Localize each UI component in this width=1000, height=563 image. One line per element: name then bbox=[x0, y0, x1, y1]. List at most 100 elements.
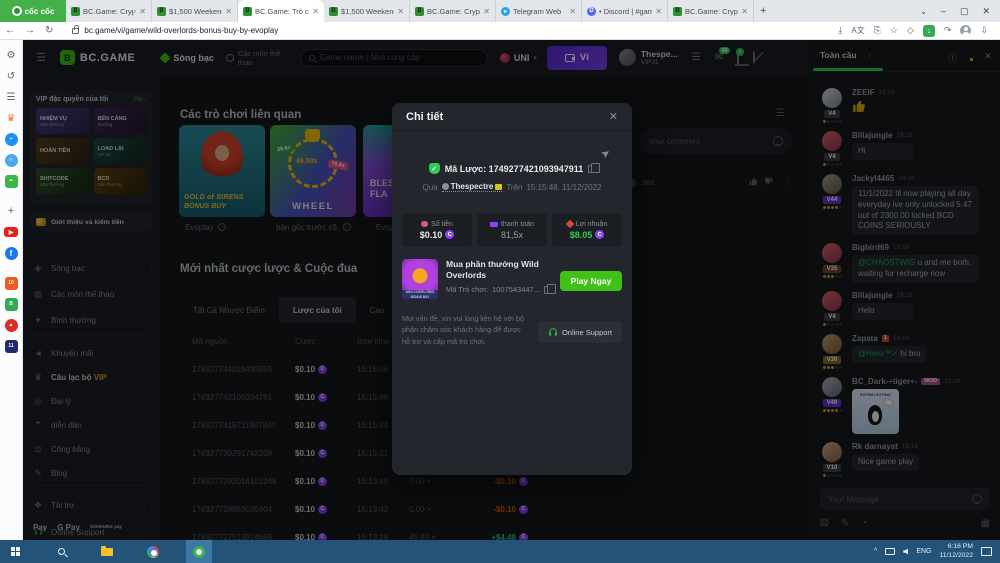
stat-payout: thanh toán 81,5x bbox=[477, 213, 547, 247]
close-button[interactable]: ✕ bbox=[982, 6, 990, 17]
tab-telegram[interactable]: ▸Telegram Web✕ bbox=[496, 0, 582, 22]
discord-favicon: D bbox=[587, 7, 596, 16]
bettor-name[interactable]: Thespectre bbox=[442, 182, 503, 192]
add-shortcut-icon[interactable]: + bbox=[4, 204, 18, 218]
tab-close-icon[interactable]: ✕ bbox=[397, 7, 404, 16]
tab-bcgame-2[interactable]: BBC.Game: Crypto Ca✕ bbox=[410, 0, 496, 22]
promo-app-icon-4[interactable]: 11 bbox=[4, 339, 18, 353]
share-icon[interactable]: ➤ bbox=[598, 146, 613, 162]
maximize-button[interactable]: ▢ bbox=[960, 6, 969, 17]
bet-stats: Số tiền $0.10C thanh toán 81,5x Lợi nhuậ… bbox=[402, 213, 622, 247]
promo-app-icon-1[interactable]: 10 bbox=[4, 276, 18, 290]
coccoc-brand-label: cốc cốc bbox=[25, 7, 55, 16]
download-extension-icon[interactable]: ↓ bbox=[923, 25, 935, 37]
promo-app-icon-2[interactable]: B bbox=[4, 297, 18, 311]
bet-details-modal: Chi tiết ✕ ➤ ✓ Mã Lược: 1749277421093947… bbox=[392, 103, 632, 475]
tab-close-icon[interactable]: ✕ bbox=[655, 7, 662, 16]
headphones-icon bbox=[548, 327, 558, 337]
crown-icon[interactable]: ♛ bbox=[4, 111, 18, 125]
tab-discord[interactable]: D• Discord | #gam✕ bbox=[582, 0, 668, 22]
tab-close-icon[interactable]: ✕ bbox=[312, 7, 319, 16]
new-tab-button[interactable]: + bbox=[760, 5, 766, 17]
copy-icon[interactable] bbox=[544, 286, 551, 294]
back-icon[interactable]: ← bbox=[5, 25, 15, 36]
share-icon[interactable]: ⎘ bbox=[874, 25, 881, 36]
file-explorer-icon[interactable] bbox=[94, 540, 120, 563]
support-help-text: Mọi vấn đề, xin vui lòng liên hệ với bộ … bbox=[402, 313, 530, 347]
lock-icon[interactable] bbox=[72, 28, 79, 34]
promo-app-icon-3[interactable]: ▲ bbox=[4, 318, 18, 332]
tab-search-icon[interactable]: ⌄ bbox=[920, 7, 927, 16]
game-center-icon[interactable]: •• bbox=[4, 174, 18, 188]
coccoc-taskbar-icon[interactable] bbox=[186, 540, 212, 563]
volume-icon[interactable] bbox=[903, 549, 908, 555]
stat-profit: Lợi nhuận $8.05C bbox=[552, 213, 622, 247]
bookmark-star-icon[interactable]: ☆ bbox=[890, 25, 898, 36]
system-tray: ^ ENG 6:16 PM11/12/2022 bbox=[874, 543, 1000, 560]
bcgame-favicon: B bbox=[157, 7, 166, 16]
bcgame-favicon: B bbox=[71, 7, 80, 16]
tab-close-icon[interactable]: ✕ bbox=[741, 7, 748, 16]
modal-game-row: Mua phần thưởng Wild Overlords Mã Trò ch… bbox=[402, 259, 622, 299]
online-support-button[interactable]: Online Support bbox=[538, 321, 622, 343]
network-icon[interactable] bbox=[885, 548, 895, 555]
bcgame-favicon: B bbox=[329, 7, 338, 16]
browser-addressbar: ← → ↻ bc.game/vi/game/wild-overlords-bon… bbox=[0, 22, 1000, 40]
bcgame-favicon: B bbox=[673, 7, 682, 16]
action-center-icon[interactable] bbox=[981, 547, 992, 556]
game-id-line: Mã Trò chơi:1007543447... bbox=[446, 285, 552, 294]
downloads-icon[interactable]: ⇩ bbox=[980, 25, 988, 36]
clock[interactable]: 6:16 PM11/12/2022 bbox=[939, 543, 973, 560]
url-text[interactable]: bc.game/vi/game/wild-overlords-bonus-buy… bbox=[84, 26, 278, 35]
tab-close-icon[interactable]: ✕ bbox=[225, 7, 232, 16]
tab-close-icon[interactable]: ✕ bbox=[139, 7, 146, 16]
chrome-icon[interactable] bbox=[140, 540, 166, 563]
tab-weekend-2[interactable]: B$1,500 Weekend Ev✕ bbox=[324, 0, 410, 22]
taskbar-search-icon[interactable] bbox=[48, 540, 74, 563]
person-icon bbox=[442, 183, 449, 190]
browser-tabbar: cốc cốc BBC.Game: Crypto♪✕ B$1,500 Weeke… bbox=[0, 0, 1000, 22]
feed-icon[interactable]: ☰ bbox=[4, 90, 18, 104]
game-thumbnail[interactable] bbox=[402, 259, 438, 299]
modal-close-icon[interactable]: ✕ bbox=[609, 110, 618, 123]
start-button[interactable] bbox=[2, 540, 28, 563]
bcgame-favicon: B bbox=[243, 7, 252, 16]
reload-icon[interactable]: ↻ bbox=[45, 25, 53, 36]
forward-icon[interactable]: → bbox=[25, 25, 35, 36]
adblock-shield-icon[interactable]: ◇ bbox=[907, 25, 914, 36]
coccoc-logo[interactable]: cốc cốc bbox=[0, 0, 66, 22]
tab-bcgame-3[interactable]: BBC.Game: Crypto Ca✕ bbox=[668, 0, 754, 22]
verified-shield-icon: ✓ bbox=[429, 163, 440, 174]
language-indicator[interactable]: ENG bbox=[916, 548, 931, 555]
modal-header: Chi tiết ✕ bbox=[392, 103, 632, 131]
tray-expand-icon[interactable]: ^ bbox=[874, 548, 877, 555]
youtube-icon[interactable]: ▶ bbox=[4, 225, 18, 239]
save-page-icon[interactable]: ⤓ bbox=[838, 25, 842, 36]
messenger-icon[interactable]: ⌁ bbox=[4, 132, 18, 146]
translate-icon[interactable]: A文 bbox=[851, 25, 864, 36]
extension-icon[interactable]: ↷ bbox=[944, 25, 952, 36]
vip-emblem-icon bbox=[495, 184, 502, 190]
tab-bcgame-1[interactable]: BBC.Game: Crypto♪✕ bbox=[66, 0, 152, 22]
settings-gear-icon[interactable]: ⚙ bbox=[4, 48, 18, 62]
browser-sidebar: ⚙ ↺ ☰ ♛ ⌁ ≈ •• + ▶ f 10 B ▲ 11 ⋯ bbox=[0, 40, 23, 540]
telegram-favicon: ▸ bbox=[501, 7, 510, 16]
facebook-icon[interactable]: f bbox=[4, 246, 18, 260]
history-icon[interactable]: ↺ bbox=[4, 69, 18, 83]
tab-bcgame-active[interactable]: BBC.Game: Trò chơi s✕ bbox=[238, 0, 324, 22]
windows-taskbar: ^ ENG 6:16 PM11/12/2022 bbox=[0, 540, 1000, 563]
coccoc-cup-icon bbox=[12, 6, 22, 16]
tab-close-icon[interactable]: ✕ bbox=[569, 7, 576, 16]
tab-weekend-1[interactable]: B$1,500 Weekend Ev✕ bbox=[152, 0, 238, 22]
tab-close-icon[interactable]: ✕ bbox=[483, 7, 490, 16]
minimize-button[interactable]: – bbox=[941, 6, 946, 16]
stat-amount: Số tiền $0.10C bbox=[402, 213, 472, 247]
profile-avatar-icon[interactable] bbox=[960, 25, 971, 36]
payout-icon bbox=[490, 222, 498, 227]
zalo-icon[interactable]: ≈ bbox=[4, 153, 18, 167]
bet-id-line: ✓ Mã Lược: 1749277421093947911 bbox=[392, 163, 632, 174]
modal-game-title: Mua phần thưởng Wild Overlords bbox=[446, 259, 552, 281]
copy-icon[interactable] bbox=[588, 165, 595, 173]
play-now-button[interactable]: Play Ngay bbox=[560, 271, 622, 291]
coin-icon: C bbox=[595, 230, 604, 239]
